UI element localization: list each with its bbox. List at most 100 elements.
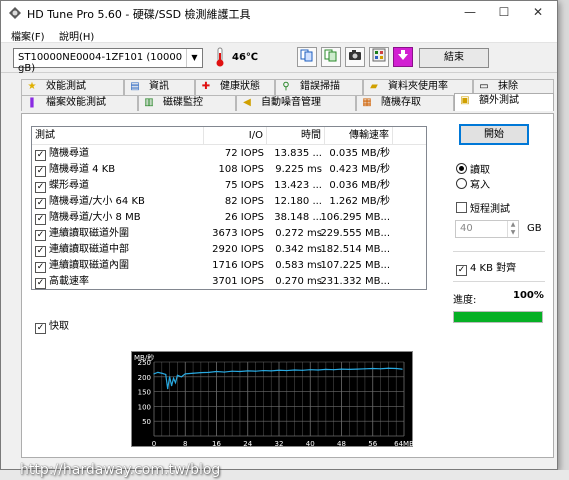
read-label: 讀取 [470, 165, 490, 176]
row-checkbox[interactable]: ✓ [35, 246, 46, 257]
data-point [231, 370, 233, 372]
hdtune-icon [8, 6, 22, 20]
short-test-size-input[interactable]: 40 ▲ ▼ [455, 220, 519, 238]
data-point [270, 370, 272, 372]
tab-label: 健康狀態 [220, 81, 260, 92]
cache-checkbox[interactable]: ✓ 快取 [35, 317, 69, 334]
copy-screenshot-icon[interactable] [321, 47, 341, 67]
tab-random-access[interactable]: ▦ 隨機存取 [356, 95, 454, 111]
table-row[interactable]: ✓ 隨機尋道 72 IOPS 13.835 ... 0.035 MB/秒 [32, 146, 426, 162]
tab-health[interactable]: ✚ 健康狀態 [195, 79, 275, 95]
row-checkbox[interactable]: ✓ [35, 262, 46, 273]
test-name: 連續讀取磁道外圍 [49, 228, 129, 239]
data-point [317, 369, 319, 371]
x-tick-label: 56 [368, 440, 377, 448]
data-point [180, 376, 182, 378]
table-row[interactable]: ✓ 高載速率 3701 IOPS 0.270 ms 231.332 MB... [32, 274, 426, 290]
tab-label: 資訊 [149, 81, 169, 92]
checkbox-box[interactable]: ✓ [456, 265, 467, 276]
watermark: http://hardaway.com.tw/blog [20, 462, 221, 478]
test-name: 隨機尋道 4 KB [49, 164, 116, 175]
rate-cell: 1.262 MB/秒 [329, 196, 390, 207]
tab-error-scan[interactable]: ⚲ 錯誤掃描 [275, 79, 363, 95]
transfer-chart: 250 200 150 100 50 0 8 16 24 32 40 48 56 64MB MB/秒 [131, 351, 414, 448]
data-point [262, 369, 264, 372]
camera-icon[interactable] [345, 47, 365, 67]
row-checkbox[interactable]: ✓ [35, 166, 46, 177]
data-point [294, 369, 296, 371]
tab-disk-monitor[interactable]: ▥ 磁碟監控 [138, 95, 236, 111]
column-header-rate[interactable]: 傳輸速率 [325, 127, 393, 145]
x-tick-label: 64MB [394, 440, 414, 448]
io-cell: 3701 IOPS [212, 276, 264, 287]
table-row[interactable]: ✓ 連續讀取磁道外圍 3673 IOPS 0.272 ms 229.555 MB... [32, 226, 426, 242]
title-bar[interactable]: HD Tune Pro 5.60 - 硬碟/SSD 檢測維護工具 — ☐ ✕ [1, 1, 557, 25]
start-button[interactable]: 開始 [459, 124, 529, 145]
close-button[interactable]: ✕ [521, 1, 555, 25]
data-point [309, 369, 311, 371]
data-point [153, 373, 155, 375]
write-radio[interactable]: 寫入 [456, 176, 490, 191]
tab-label: 隨機存取 [381, 97, 421, 108]
menu-file[interactable]: 檔案(F) [11, 28, 45, 43]
short-test-value: 40 [460, 223, 473, 234]
column-header-test[interactable]: 測試 [32, 127, 204, 145]
time-cell: 13.423 ... [274, 180, 322, 191]
time-cell: 12.180 ... [274, 196, 322, 207]
data-point [192, 372, 194, 374]
window-title: HD Tune Pro 5.60 - 硬碟/SSD 檢測維護工具 [27, 8, 251, 21]
tab-file-benchmark[interactable]: ❚ 檔案效能測試 [21, 95, 138, 111]
data-point [387, 367, 389, 369]
column-header-time[interactable]: 時間 [267, 127, 325, 145]
copy-info-icon[interactable] [297, 47, 317, 67]
tab-label: 錯誤掃描 [300, 81, 340, 92]
table-row[interactable]: ✓ 隨機尋道/大小 64 KB 82 IOPS 12.180 ... 1.262 MB/… [32, 194, 426, 210]
tab-aam[interactable]: ◀ 自動噪音管理 [236, 95, 356, 111]
rate-cell: 0.035 MB/秒 [329, 148, 390, 159]
x-tick-label: 40 [306, 440, 315, 448]
data-point [165, 373, 167, 376]
row-checkbox[interactable]: ✓ [35, 150, 46, 161]
row-checkbox[interactable]: ✓ [35, 214, 46, 225]
data-point [340, 368, 343, 370]
options-icon[interactable] [369, 47, 389, 67]
checkbox-box[interactable]: ✓ [35, 323, 46, 334]
data-point [208, 371, 210, 373]
spin-arrows-icon[interactable]: ▲ ▼ [507, 221, 518, 237]
tab-benchmark[interactable]: ★ 效能測試 [21, 79, 124, 95]
column-header-io[interactable]: I/O [204, 127, 267, 145]
drive-select[interactable]: ST10000NE0004-1ZF101 (10000 gB) ▼ [13, 48, 203, 74]
maximize-button[interactable]: ☐ [487, 1, 521, 25]
short-test-label: 短程測試 [470, 204, 510, 215]
test-cell: ✓ 高載速率 [35, 274, 89, 290]
data-point [161, 372, 163, 374]
tab-extra-tests[interactable]: ▣ 額外測試 [454, 93, 554, 111]
table-row[interactable]: ✓ 連續讀取磁道中部 2920 IOPS 0.342 ms 182.514 MB... [32, 242, 426, 258]
short-test-checkbox[interactable]: 短程測試 [456, 200, 510, 215]
row-checkbox[interactable]: ✓ [35, 278, 46, 289]
checkbox-box[interactable] [456, 202, 467, 213]
radio-indicator[interactable] [456, 178, 467, 189]
menu-help[interactable]: 說明(H) [59, 28, 94, 43]
row-checkbox[interactable]: ✓ [35, 230, 46, 241]
align-4kb-checkbox[interactable]: ✓ 4 KB 對齊 [456, 259, 516, 276]
time-cell: 38.148 ... [274, 212, 322, 223]
data-point [215, 370, 218, 373]
minimize-button[interactable]: — [453, 1, 487, 25]
save-download-icon[interactable] [393, 47, 413, 67]
chevron-down-icon[interactable]: ▼ [186, 49, 202, 67]
row-checkbox[interactable]: ✓ [35, 198, 46, 209]
read-radio[interactable]: 讀取 [456, 161, 490, 176]
exit-button[interactable]: 結束 [419, 48, 489, 68]
table-row[interactable]: ✓ 連續讀取磁道內圍 1716 IOPS 0.583 ms 107.225 MB... [32, 258, 426, 274]
tab-info[interactable]: ▤ 資訊 [124, 79, 195, 95]
rate-cell: 231.332 MB... [320, 276, 390, 287]
table-row[interactable]: ✓ 隨機尋道 4 KB 108 IOPS 9.225 ms 0.423 MB/秒 [32, 162, 426, 178]
data-point [169, 376, 171, 378]
table-row[interactable]: ✓ 蝶形尋道 75 IOPS 13.423 ... 0.036 MB/秒 [32, 178, 426, 194]
table-row[interactable]: ✓ 隨機尋道/大小 8 MB 26 IOPS 38.148 ... 106.295 MB… [32, 210, 426, 226]
data-point [364, 368, 366, 370]
row-checkbox[interactable]: ✓ [35, 182, 46, 193]
radio-indicator[interactable] [456, 163, 467, 174]
time-cell: 0.583 ms [275, 260, 322, 271]
